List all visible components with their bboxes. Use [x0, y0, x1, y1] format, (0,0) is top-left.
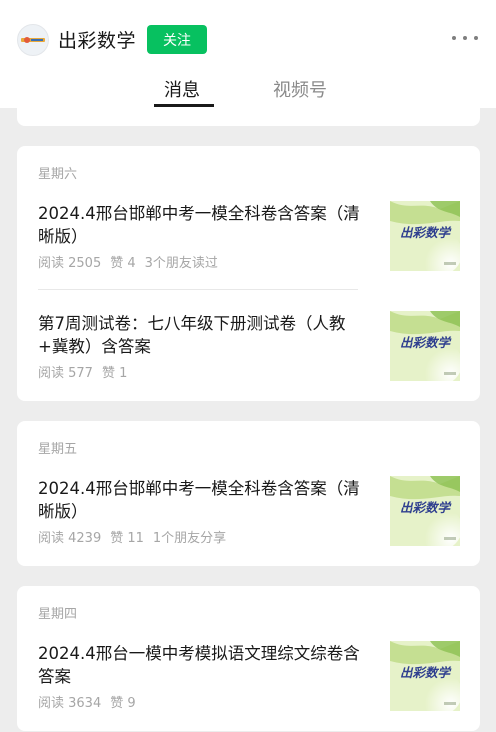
article-meta: 阅读 2505 赞 4 3个朋友读过: [38, 252, 227, 271]
svg-text:出彩数学: 出彩数学: [400, 335, 453, 350]
article-title: 第7周测试卷：七八年级下册测试卷（人教+冀教）含答案: [38, 314, 346, 356]
account-avatar[interactable]: [17, 24, 49, 56]
chucai-shuxue-thumbnail: 出彩数学: [390, 476, 460, 546]
read-count: 阅读 577: [38, 366, 93, 381]
logo-avatar-icon: [21, 37, 45, 43]
read-count: 阅读 4239: [38, 531, 102, 546]
article-item[interactable]: 2024.4邢台邯郸中考一模全科卷含答案（清晰版） 阅读 2505 赞 4 3个朋友…: [17, 201, 480, 274]
article-thumbnail: 出彩数学: [390, 311, 460, 381]
article-meta: 阅读 3634 赞 9: [38, 692, 145, 711]
article-item[interactable]: 第7周测试卷：七八年级下册测试卷（人教+冀教）含答案 阅读 577 赞 1 出彩数…: [17, 311, 480, 384]
article-meta: 阅读 4239 赞 11 1个朋友分享: [38, 527, 235, 546]
previous-card-bottom: [17, 108, 480, 126]
article-meta: 阅读 577 赞 1: [38, 362, 136, 381]
message-group-card: 星期四 2024.4邢台一模中考模拟语文理综文综卷含答案 阅读 3634 赞 9 …: [17, 586, 480, 731]
article-title: 2024.4邢台邯郸中考一模全科卷含答案（清晰版）: [38, 204, 360, 246]
tab-messages[interactable]: 消息: [164, 76, 200, 102]
account-name[interactable]: 出彩数学: [58, 26, 136, 53]
account-header: 出彩数学 关注 消息 视频号: [0, 0, 496, 108]
day-label: 星期五: [38, 442, 78, 457]
active-tab-indicator: [154, 104, 214, 107]
day-label: 星期四: [38, 607, 78, 622]
article-title: 2024.4邢台邯郸中考一模全科卷含答案（清晰版）: [38, 479, 360, 521]
like-count: 赞 4: [110, 256, 136, 271]
message-group-card: 星期六 2024.4邢台邯郸中考一模全科卷含答案（清晰版） 阅读 2505 赞 4…: [17, 146, 480, 401]
item-divider: [38, 289, 358, 290]
read-count: 阅读 2505: [38, 256, 102, 271]
article-item[interactable]: 2024.4邢台邯郸中考一模全科卷含答案（清晰版） 阅读 4239 赞 11 1个朋…: [17, 476, 480, 549]
day-label: 星期六: [38, 167, 78, 182]
read-count: 阅读 3634: [38, 696, 102, 711]
article-title: 2024.4邢台一模中考模拟语文理综文综卷含答案: [38, 644, 360, 686]
like-count: 赞 9: [110, 696, 136, 711]
friends-social: 3个朋友读过: [144, 256, 218, 271]
article-thumbnail: 出彩数学: [390, 641, 460, 711]
tab-video-channel[interactable]: 视频号: [273, 76, 327, 102]
article-item[interactable]: 2024.4邢台一模中考模拟语文理综文综卷含答案 阅读 3634 赞 9 出彩数学: [17, 641, 480, 714]
svg-text:出彩数学: 出彩数学: [400, 665, 453, 680]
chucai-shuxue-thumbnail: 出彩数学: [390, 311, 460, 381]
like-count: 赞 1: [101, 366, 128, 381]
follow-button[interactable]: 关注: [147, 25, 207, 54]
article-thumbnail: 出彩数学: [390, 201, 460, 271]
article-thumbnail: 出彩数学: [390, 476, 460, 546]
more-dots-icon[interactable]: [452, 28, 478, 48]
chucai-shuxue-thumbnail: 出彩数学: [390, 641, 460, 711]
like-count: 赞 11: [110, 531, 144, 546]
chucai-shuxue-thumbnail: 出彩数学: [390, 201, 460, 271]
message-group-card: 星期五 2024.4邢台邯郸中考一模全科卷含答案（清晰版） 阅读 4239 赞 1…: [17, 421, 480, 566]
svg-text:出彩数学: 出彩数学: [400, 225, 453, 240]
friends-social: 1个朋友分享: [152, 531, 227, 546]
svg-text:出彩数学: 出彩数学: [400, 500, 453, 515]
